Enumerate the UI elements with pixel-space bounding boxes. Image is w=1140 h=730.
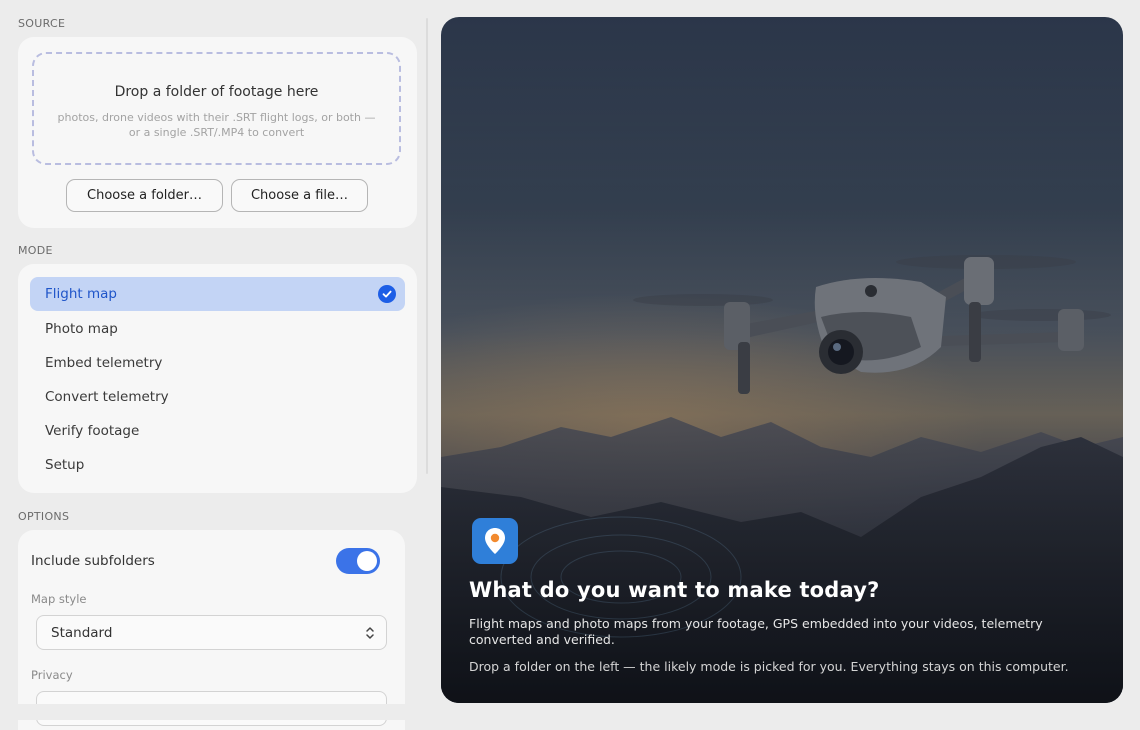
- mode-item-photo-map[interactable]: Photo map: [30, 312, 405, 346]
- mode-item-embed-telemetry[interactable]: Embed telemetry: [30, 346, 405, 380]
- map-pin-icon: [485, 528, 505, 554]
- drop-zone[interactable]: Drop a folder of footage here photos, dr…: [32, 52, 401, 165]
- mode-item-label: Photo map: [45, 321, 118, 337]
- hero-title: What do you want to make today?: [469, 578, 880, 602]
- hero-hint: Drop a folder on the left — the likely m…: [469, 659, 1069, 674]
- mode-item-label: Verify footage: [45, 423, 140, 439]
- choose-file-button[interactable]: Choose a file…: [231, 179, 368, 212]
- select-arrows-icon: [366, 627, 374, 639]
- scroll-clip: [0, 704, 430, 720]
- include-subfolders-label: Include subfolders: [31, 553, 155, 569]
- map-style-value: Standard: [51, 624, 113, 641]
- hero-panel: What do you want to make today? Flight m…: [441, 17, 1123, 703]
- mode-item-label: Embed telemetry: [45, 355, 163, 371]
- toggle-knob: [357, 551, 377, 571]
- source-card: Drop a folder of footage here photos, dr…: [18, 37, 417, 228]
- privacy-label: Privacy: [31, 668, 73, 682]
- options-card: Include subfolders Map style Standard Pr…: [18, 530, 405, 730]
- choose-folder-button[interactable]: Choose a folder…: [66, 179, 223, 212]
- options-section-label: OPTIONS: [18, 510, 70, 523]
- mode-item-label: Flight map: [45, 286, 117, 302]
- hero-description: Flight maps and photo maps from your foo…: [469, 616, 1043, 647]
- source-section-label: SOURCE: [18, 17, 66, 30]
- drop-zone-subtitle: photos, drone videos with their .SRT fli…: [57, 111, 376, 139]
- mode-item-convert-telemetry[interactable]: Convert telemetry: [30, 380, 405, 414]
- mode-item-label: Setup: [45, 457, 85, 473]
- mode-card: Flight map Photo map Embed telemetry Con…: [18, 264, 417, 493]
- map-style-select[interactable]: Standard: [36, 615, 387, 650]
- mode-item-setup[interactable]: Setup: [30, 448, 405, 482]
- panel-divider[interactable]: [426, 18, 428, 474]
- app-logo-icon: [472, 518, 518, 564]
- checkmark-icon: [378, 285, 396, 303]
- mode-item-flight-map[interactable]: Flight map: [30, 277, 405, 311]
- include-subfolders-toggle[interactable]: [336, 548, 380, 574]
- mode-section-label: MODE: [18, 244, 53, 257]
- mode-item-label: Convert telemetry: [45, 389, 169, 405]
- mode-item-verify-footage[interactable]: Verify footage: [30, 414, 405, 448]
- drop-zone-title: Drop a folder of footage here: [114, 84, 319, 100]
- map-style-label: Map style: [31, 592, 87, 606]
